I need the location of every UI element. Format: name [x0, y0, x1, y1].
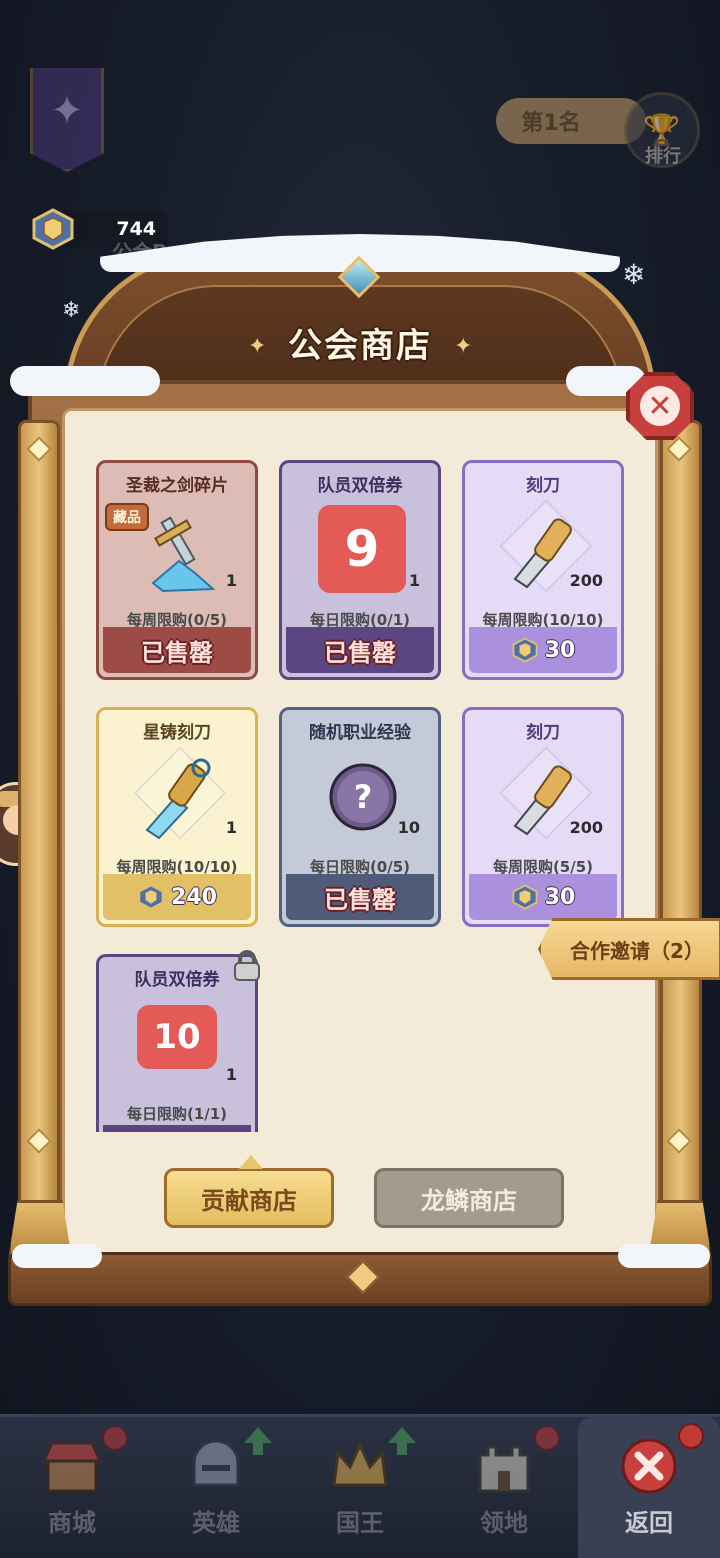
rank-label: 排行	[645, 146, 681, 167]
shop-item-card[interactable]: 随机职业经验 ? 10 每日限购(0/5) 已售罄	[279, 707, 441, 927]
svg-text:?: ?	[354, 778, 373, 816]
sold-out-label: 已售罄	[286, 627, 434, 673]
crown-icon	[332, 1441, 388, 1487]
panel-pillar-left	[18, 420, 60, 1240]
tab-dragon-scale-shop[interactable]: 龙鳞商店	[374, 1168, 564, 1228]
item-name: 刻刀	[526, 476, 560, 496]
nav-item-back[interactable]: 返回	[578, 1417, 720, 1558]
buy-button[interactable]: 30	[469, 627, 617, 673]
shop-item-card[interactable]: 星铸刻刀 1 每周限购(10/10) 240	[96, 707, 258, 927]
item-price: 30	[544, 884, 576, 910]
shop-item-card[interactable]: 刻刀 200 每周限购(5/5) 30	[462, 707, 624, 927]
mystery-orb-icon: ?	[329, 763, 397, 831]
star-knife-icon	[145, 758, 211, 840]
nav-item-heroes[interactable]: 英雄	[144, 1417, 288, 1558]
nav-label: 英雄	[192, 1509, 240, 1537]
guild-banner[interactable]: ✦	[30, 68, 104, 172]
item-quantity: 200	[569, 818, 603, 837]
notification-dot	[678, 1423, 704, 1449]
nav-label: 领地	[480, 1509, 528, 1537]
shop-item-card[interactable]: 刻刀 200 每周限购(10/10) 30	[462, 460, 624, 680]
item-price: 240	[171, 884, 217, 910]
shop-title: 公会商店	[288, 326, 432, 366]
buy-button[interactable]: 30	[469, 874, 617, 920]
store-icon	[41, 1441, 103, 1493]
item-quantity: 1	[225, 818, 237, 837]
snowflake-icon: ❄	[622, 258, 646, 291]
item-name: 星铸刻刀	[143, 723, 211, 743]
castle-icon	[478, 1445, 530, 1493]
nav-label: 商城	[48, 1509, 96, 1537]
item-quantity: 1	[225, 1065, 237, 1084]
card-footer-strip	[103, 1125, 251, 1132]
panel-pillar-right	[660, 420, 702, 1240]
buy-button[interactable]: 240	[103, 874, 251, 920]
item-icon-area	[133, 746, 227, 844]
item-name: 刻刀	[526, 723, 560, 743]
nav-label: 国王	[336, 1509, 384, 1537]
snowflake-icon: ❄	[62, 298, 81, 323]
item-price: 30	[544, 637, 576, 663]
sword-shard-icon	[151, 516, 216, 593]
upgrade-arrow-icon	[388, 1427, 416, 1455]
bottom-nav: 商城 英雄 国王 领地 返回	[0, 1414, 720, 1558]
close-icon: ✕	[640, 386, 680, 426]
nav-item-mall[interactable]: 商城	[0, 1417, 144, 1558]
notification-dot	[102, 1425, 128, 1451]
sold-out-label: 已售罄	[286, 874, 434, 920]
snow-cap	[10, 366, 160, 396]
guild-coin-icon	[32, 208, 74, 250]
return-x-icon	[621, 1438, 677, 1494]
double-ticket-icon: 10	[137, 1005, 217, 1069]
nav-item-king[interactable]: 国王	[288, 1417, 432, 1558]
tab-contribution-shop[interactable]: 贡献商店	[164, 1155, 334, 1228]
helmet-icon	[192, 1439, 240, 1487]
notification-dot	[534, 1425, 560, 1451]
upgrade-arrow-icon	[244, 1427, 272, 1455]
item-quantity: 1	[408, 571, 420, 590]
sold-out-label: 已售罄	[103, 627, 251, 673]
snow-cap	[12, 1244, 102, 1268]
nav-label: 返回	[625, 1509, 673, 1537]
guild-coin-icon	[138, 884, 164, 910]
guild-coin-icon	[512, 884, 538, 910]
item-quantity: 200	[569, 571, 603, 590]
close-button[interactable]: ✕	[626, 372, 694, 440]
snow-cap	[618, 1244, 710, 1268]
dragon-emblem-icon: ✦	[50, 88, 84, 134]
item-name: 圣裁之剑碎片	[126, 476, 228, 496]
double-ticket-icon: 9	[318, 505, 406, 593]
shop-item-card[interactable]: 圣裁之剑碎片 藏品 1 每周限购(0/5) 已售罄	[96, 460, 258, 680]
lock-icon	[234, 950, 260, 981]
item-quantity: 1	[225, 571, 237, 590]
bottom-gem-icon	[346, 1260, 380, 1294]
purchase-limit: 每日限购(1/1)	[126, 1105, 228, 1123]
item-name: 随机职业经验	[309, 723, 411, 743]
shop-item-card[interactable]: 队员双倍券 9 1 每日限购(0/1) 已售罄	[279, 460, 441, 680]
rank-pill[interactable]: 第1名	[496, 98, 646, 144]
panel-bottom-bar	[8, 1252, 712, 1306]
coop-invite-button[interactable]: 合作邀请（2）	[538, 918, 720, 980]
item-name: 队员双倍券	[317, 476, 403, 496]
rank-text: 第1名	[521, 111, 581, 136]
item-quantity: 10	[397, 818, 420, 837]
guild-coin-icon	[512, 637, 538, 663]
nav-item-territory[interactable]: 领地	[432, 1417, 576, 1558]
